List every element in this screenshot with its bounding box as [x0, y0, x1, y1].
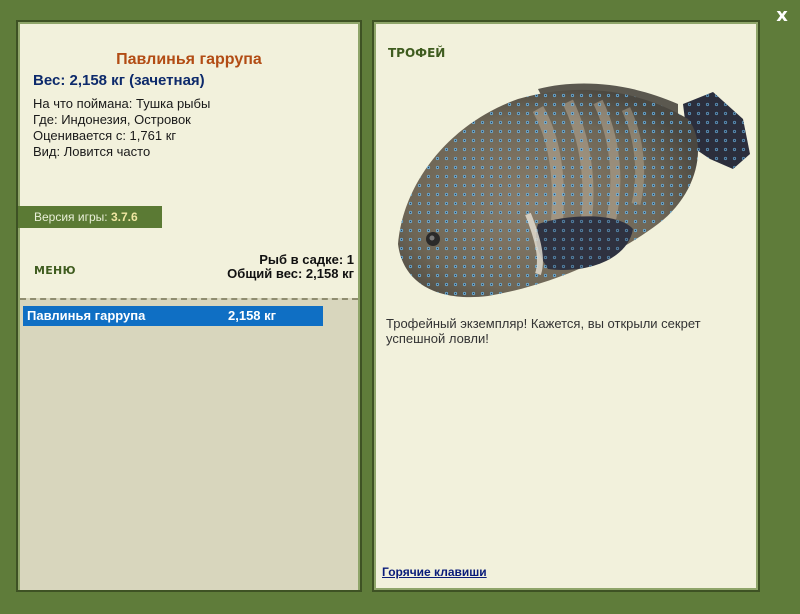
version-label: Версия игры: — [34, 210, 111, 224]
keepnet-total-weight: Общий вес: 2,158 кг — [227, 266, 354, 281]
list-item[interactable]: Павлинья гаррупа 2,158 кг — [23, 306, 323, 326]
rated-from-text: Оценивается с: 1,761 кг — [33, 128, 177, 143]
fish-illustration — [398, 83, 750, 298]
frequency-text: Вид: Ловится часто — [33, 144, 151, 159]
close-icon: x — [776, 5, 788, 26]
location-text: Где: Индонезия, Островок — [33, 112, 191, 127]
keepnet-count: Рыб в садке: 1 — [259, 252, 354, 267]
version-value: 3.7.6 — [110, 210, 138, 224]
trophy-description: Трофейный экземпляр! Кажется, вы открыли… — [386, 316, 701, 346]
fish-info-panel: Павлинья гаррупа Вес: 2,158 кг (зачетная… — [16, 20, 362, 592]
menu-button[interactable]: МЕНЮ — [34, 264, 76, 277]
keepnet-summary: Рыб в садке: 1 Общий вес: 2,158 кг — [227, 253, 354, 281]
trophy-heading: ТРОФЕЙ — [388, 46, 446, 60]
hotkeys-link[interactable]: Горячие клавиши — [382, 565, 487, 579]
list-item-name: Павлинья гаррупа — [27, 308, 146, 323]
trophy-panel: ТРОФЕЙ Трофейный экземпляр! Кажется, вы … — [372, 20, 760, 592]
close-button[interactable]: x — [771, 5, 793, 27]
caught-on-text: На что поймана: Тушка рыбы — [33, 96, 211, 111]
keepnet-fish-list: Павлинья гаррупа 2,158 кг — [20, 298, 358, 590]
list-item-weight: 2,158 кг — [228, 308, 277, 323]
fish-weight: Вес: 2,158 кг (зачетная) — [33, 72, 205, 89]
fish-details: На что поймана: Тушка рыбы Где: Индонези… — [33, 96, 210, 160]
version-badge: Версия игры: 3.7.6 — [18, 206, 162, 228]
fish-name-title: Павлинья гаррупа — [116, 51, 262, 68]
